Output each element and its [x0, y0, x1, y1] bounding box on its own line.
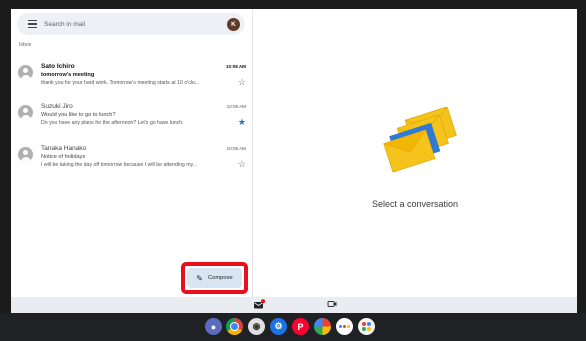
- settings-icon[interactable]: ⚙: [270, 318, 287, 335]
- email-time: 10:08 AM: [226, 146, 246, 151]
- envelopes-illustration-icon: [383, 107, 457, 173]
- bottom-navigation: [11, 297, 577, 313]
- pencil-icon: ✎: [196, 273, 203, 283]
- reading-pane: Select a conversation: [253, 9, 577, 297]
- star-icon[interactable]: ☆: [238, 78, 246, 87]
- compose-button[interactable]: ✎ Compose: [187, 268, 242, 288]
- email-snippet: Do you have any plans for the afternoon?…: [41, 120, 184, 126]
- email-subject: tomorrow's meeting: [41, 72, 95, 78]
- hamburger-menu-icon[interactable]: [28, 20, 37, 28]
- meet-video-icon[interactable]: [326, 299, 338, 309]
- mail-list-pane: Search in mail K Inbox Sato Ichiro 10:08…: [11, 9, 252, 313]
- play-games-icon[interactable]: [358, 318, 375, 335]
- gmail-app-window: Search in mail K Inbox Sato Ichiro 10:08…: [11, 9, 577, 313]
- assistant-icon[interactable]: [336, 318, 353, 335]
- email-sender: Sato Ichiro: [41, 63, 75, 70]
- photos-icon[interactable]: [314, 318, 331, 335]
- search-bar[interactable]: Search in mail K: [17, 13, 245, 35]
- system-shelf: ● ◉ ⚙ P: [0, 313, 586, 341]
- account-avatar[interactable]: K: [227, 17, 240, 31]
- search-placeholder[interactable]: Search in mail: [44, 21, 227, 28]
- star-icon[interactable]: ☆: [238, 160, 246, 169]
- contact-avatar-icon: [18, 147, 33, 162]
- star-filled-icon[interactable]: ★: [238, 118, 246, 127]
- email-sender: Tanaka Hanako: [41, 145, 87, 152]
- email-time: 10:08 AM: [226, 104, 246, 109]
- email-snippet: thank you for your hard work. Tomorrow's…: [41, 80, 200, 86]
- contact-avatar-icon: [18, 105, 33, 120]
- compose-highlight-box: ✎ Compose: [181, 262, 248, 294]
- empty-state-text: Select a conversation: [371, 199, 459, 209]
- email-time: 10:08 AM: [226, 64, 246, 69]
- list-item[interactable]: Sato Ichiro 10:08 AM tomorrow's meeting …: [11, 61, 252, 99]
- list-item[interactable]: Tanaka Hanako 10:08 AM Notice of holiday…: [11, 143, 252, 181]
- email-snippet: I will be taking the day off tomorrow be…: [41, 162, 198, 168]
- folder-label: Inbox: [19, 42, 32, 48]
- paypay-icon[interactable]: P: [292, 318, 309, 335]
- compose-label: Compose: [207, 275, 233, 281]
- list-item[interactable]: Suzuki Jiro 10:08 AM Would you like to g…: [11, 101, 252, 139]
- launcher-icon[interactable]: ●: [205, 318, 222, 335]
- email-subject: Would you like to go to lunch?: [41, 112, 116, 118]
- mail-nav-icon[interactable]: [253, 299, 265, 309]
- contact-avatar-icon: [18, 65, 33, 80]
- chrome-icon[interactable]: [226, 318, 243, 335]
- email-sender: Suzuki Jiro: [41, 103, 73, 110]
- email-subject: Notice of holidays: [41, 154, 86, 160]
- camera-icon[interactable]: ◉: [248, 318, 265, 335]
